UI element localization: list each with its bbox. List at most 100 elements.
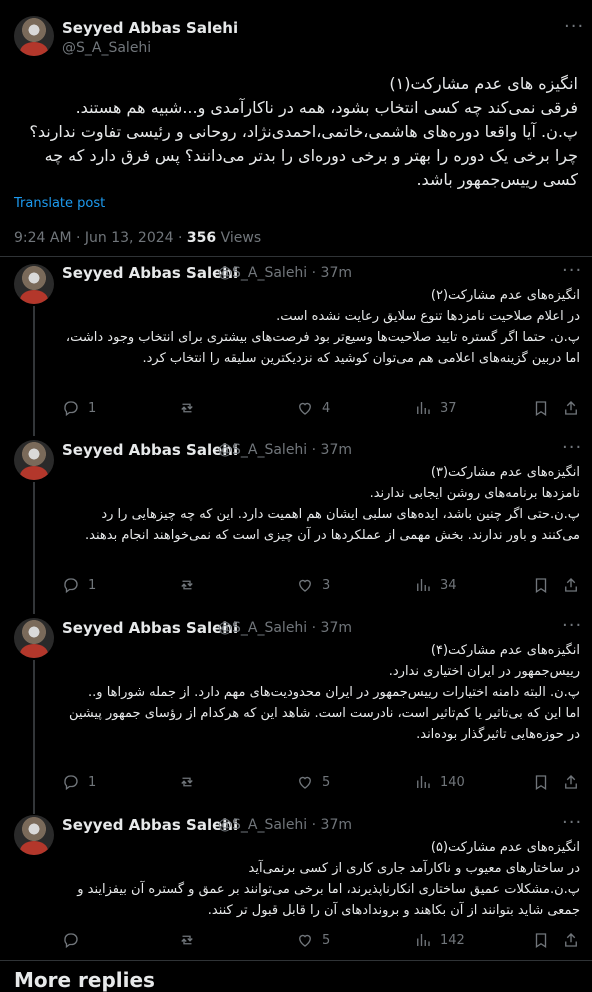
views-button[interactable]: 37 [414, 397, 457, 419]
reply-text: انگیزه‌های عدم مشارکت(۳) نامزدها برنامه‌… [85, 465, 580, 543]
author-name[interactable]: Seyyed Abbas Salehi [62, 264, 238, 282]
action-bar: 1 3 34 [60, 574, 580, 596]
thread-line [33, 660, 35, 814]
like-count: 4 [322, 400, 331, 416]
repost-icon [181, 580, 193, 590]
reply-button[interactable]: 1 [62, 397, 96, 419]
like-count: 3 [322, 577, 331, 593]
repost-button[interactable] [178, 574, 204, 596]
more-icon[interactable]: ··· [564, 18, 584, 36]
bookmark-button[interactable] [532, 771, 550, 793]
share-button[interactable] [562, 574, 580, 596]
more-icon[interactable]: ··· [562, 439, 582, 457]
reply-count: 1 [88, 774, 97, 790]
views-icon [417, 402, 430, 414]
divider [0, 960, 592, 961]
reply-button[interactable]: 1 [62, 771, 96, 793]
views-button[interactable]: 142 [414, 929, 465, 951]
views-button[interactable]: 34 [414, 574, 457, 596]
reply-text: انگیزه‌های عدم مشارکت(۴) رییس‌جمهور در ا… [68, 643, 580, 742]
divider [0, 256, 592, 257]
share-icon [565, 933, 577, 947]
like-icon [299, 776, 311, 789]
repost-button[interactable] [178, 929, 204, 951]
views-label: Views [216, 230, 262, 246]
avatar[interactable] [14, 815, 54, 855]
post-text: انگیزه های عدم مشارکت(۱) فرقی نمی‌کند چه… [29, 74, 578, 189]
like-icon [299, 934, 311, 947]
like-icon [299, 579, 311, 592]
reply-icon [64, 933, 78, 949]
author-name[interactable]: Seyyed Abbas Salehi [62, 816, 238, 834]
share-button[interactable] [562, 397, 580, 419]
like-count: 5 [322, 774, 331, 790]
bookmark-button[interactable] [532, 397, 550, 419]
like-button[interactable]: 3 [296, 574, 330, 596]
reply-button[interactable] [62, 929, 88, 951]
reply-button[interactable]: 1 [62, 574, 96, 596]
share-button[interactable] [562, 929, 580, 951]
more-icon[interactable]: ··· [562, 262, 582, 280]
author-handle[interactable]: @S_A_Salehi · 37m [218, 817, 352, 833]
more-icon[interactable]: ··· [562, 617, 582, 635]
repost-icon [181, 935, 193, 945]
author-name[interactable]: Seyyed Abbas Salehi [62, 441, 238, 459]
avatar[interactable] [14, 264, 54, 304]
author-handle[interactable]: @S_A_Salehi · 37m [218, 620, 352, 636]
thread-line [33, 306, 35, 436]
repost-button[interactable] [178, 771, 204, 793]
share-icon [565, 401, 577, 415]
repost-button[interactable] [178, 397, 204, 419]
thread-line [33, 482, 35, 614]
like-button[interactable]: 5 [296, 771, 330, 793]
author-handle[interactable]: @S_A_Salehi · 37m [218, 265, 352, 281]
like-icon [299, 402, 311, 415]
bookmark-icon [535, 401, 547, 417]
reply-icon [64, 401, 78, 417]
avatar[interactable] [14, 16, 54, 56]
post-meta: 9:24 AM · Jun 13, 2024 · 356 Views [14, 230, 261, 246]
repost-icon [181, 777, 193, 787]
views-icon [417, 776, 430, 788]
more-replies-heading: More replies [14, 968, 155, 992]
bookmark-button[interactable] [532, 929, 550, 951]
like-count: 5 [322, 932, 331, 948]
like-button[interactable]: 5 [296, 929, 330, 951]
translate-link[interactable]: Translate post [14, 196, 105, 211]
views-count: 356 [186, 230, 217, 246]
share-icon [565, 578, 577, 592]
reply-count: 1 [88, 400, 97, 416]
like-button[interactable]: 4 [296, 397, 330, 419]
main-post: Seyyed Abbas Salehi @S_A_Salehi ··· انگی… [0, 0, 592, 258]
reply-icon [64, 775, 78, 791]
reply-count: 1 [88, 577, 97, 593]
share-button[interactable] [562, 771, 580, 793]
repost-icon [181, 403, 193, 413]
bookmark-icon [535, 775, 547, 791]
reply-text: انگیزه‌های عدم مشارکت(۲) در اعلام صلاحیت… [65, 288, 580, 366]
views-count: 142 [440, 932, 465, 948]
views-button[interactable]: 140 [414, 771, 465, 793]
views-icon [417, 934, 430, 946]
bookmark-button[interactable] [532, 574, 550, 596]
share-icon [565, 775, 577, 789]
bookmark-icon [535, 933, 547, 949]
reply-text: انگیزه‌های عدم مشارکت(۵) در ساختارهای مع… [77, 840, 580, 918]
views-icon [417, 579, 430, 591]
bookmark-icon [535, 578, 547, 594]
action-bar: 1 5 140 [60, 771, 580, 793]
action-bar: 5 142 [60, 929, 580, 951]
post-timestamp[interactable]: 9:24 AM · Jun 13, 2024 · [14, 230, 187, 246]
author-name[interactable]: Seyyed Abbas Salehi [62, 19, 238, 37]
avatar[interactable] [14, 618, 54, 658]
views-count: 34 [440, 577, 457, 593]
views-count: 140 [440, 774, 465, 790]
author-name[interactable]: Seyyed Abbas Salehi [62, 619, 238, 637]
author-handle[interactable]: @S_A_Salehi · 37m [218, 442, 352, 458]
reply-icon [64, 578, 78, 594]
avatar[interactable] [14, 440, 54, 480]
views-count: 37 [440, 400, 457, 416]
author-handle[interactable]: @S_A_Salehi [62, 40, 151, 56]
more-icon[interactable]: ··· [562, 814, 582, 832]
action-bar: 1 4 37 [60, 397, 580, 419]
